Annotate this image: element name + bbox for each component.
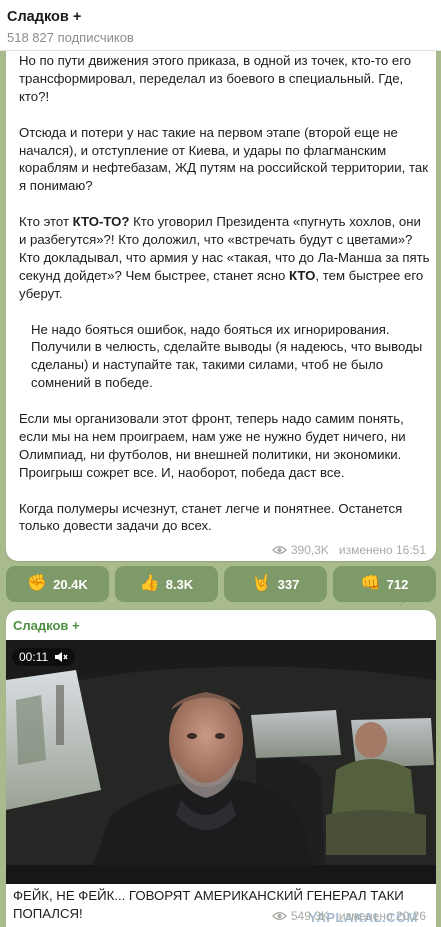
message-meta: 390,3K изменено 16:51 [271,543,426,557]
video-player[interactable]: 00:11 [6,640,436,884]
message-paragraph: Не надо бояться ошибок, надо бояться их … [19,321,431,393]
message-meta: 549,3K изменено 20:26 [271,909,426,923]
reaction-count: 712 [386,576,409,592]
channel-header[interactable]: Сладков + 518 827 подписчиков [0,0,441,51]
message-author[interactable]: Сладков + [13,618,80,633]
thumbs-up-icon: 👍 [139,575,160,592]
subscriber-count: 518 827 подписчиков [7,30,134,45]
raised-fist-icon: ✊ [27,575,48,592]
text-run: Когда полумеры исчезнут, станет легче и … [19,500,403,534]
bold-text-run: КТО [289,267,316,283]
text-run: Отсюда и потери у нас такие на первом эт… [19,124,428,194]
video-frame [6,640,436,884]
reaction-fist[interactable]: ✊ 20.4K [6,566,109,602]
edited-timestamp: изменено 20:26 [338,909,426,923]
text-run: Не надо бояться ошибок, надо бояться их … [31,321,423,391]
message-body: Но по пути движения этого приказа, в одн… [19,52,431,535]
text-run: Кто этот [19,214,73,230]
reaction-count: 337 [277,576,300,592]
message-paragraph: Кто этот КТО-ТО? Кто уговорил Президента… [19,213,431,303]
text-run: Но по пути движения этого приказа, в одн… [19,53,412,104]
channel-title: Сладков + [7,9,82,25]
fist-punch-icon: 👊 [360,575,381,592]
video-duration: 00:11 [19,650,49,664]
reaction-count: 20.4K [53,576,88,592]
reaction-count: 8.3K [165,576,194,592]
message-paragraph: Если мы организовали этот фронт, теперь … [19,410,431,482]
reaction-bar: ✊ 20.4K 👍 8.3K 🤘 337 👊 712 [6,566,436,602]
reaction-punch[interactable]: 👊 712 [333,566,436,602]
message-post-text[interactable]: Но по пути движения этого приказа, в одн… [6,38,436,561]
text-run: Если мы организовали этот фронт, теперь … [19,411,406,480]
eye-icon [271,546,287,554]
message-paragraph: Когда полумеры исчезнут, станет легче и … [19,500,431,536]
reaction-thumbs-up[interactable]: 👍 8.3K [115,566,218,602]
reaction-rock-on[interactable]: 🤘 337 [224,566,327,602]
view-count: 549,3K [290,909,329,923]
eye-icon [271,912,287,920]
edited-timestamp: изменено 16:51 [338,543,426,557]
message-paragraph: Но по пути движения этого приказа, в одн… [19,52,431,106]
message-post-video[interactable]: Сладков + 00:11 ФЕЙК, НЕ ФЕЙК... ГОВОРЯТ… [6,610,436,927]
view-count: 390,3K [290,543,329,557]
rock-on-hand-icon: 🤘 [251,575,272,592]
video-time-overlay[interactable]: 00:11 [12,648,76,666]
message-paragraph: Отсюда и потери у нас такие на первом эт… [19,124,431,196]
speaker-muted-icon[interactable] [54,651,68,663]
bold-text-run: КТО-ТО? [72,214,130,230]
